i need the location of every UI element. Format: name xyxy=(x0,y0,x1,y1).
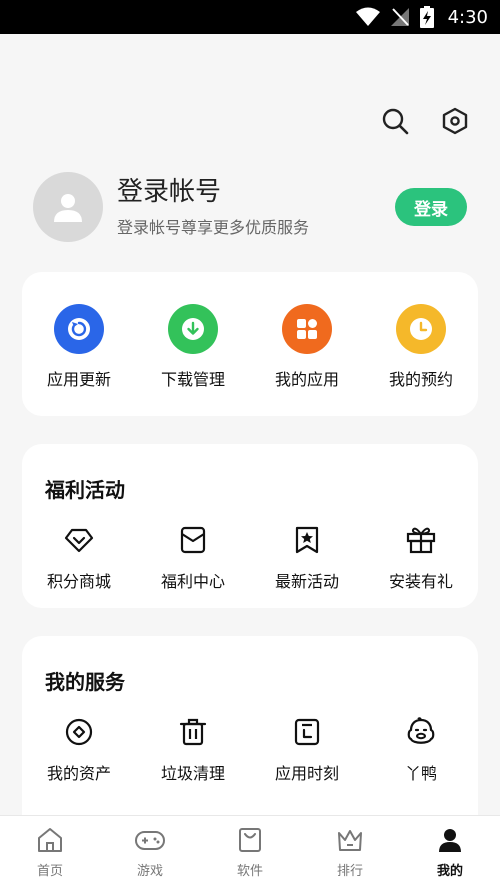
duck-icon xyxy=(405,716,437,748)
welfare-item-label: 最新活动 xyxy=(274,572,339,591)
service-item-label: 应用时刻 xyxy=(274,764,339,783)
welfare-item-welfare-center[interactable]: 福利中心 xyxy=(136,524,250,592)
trash-icon xyxy=(177,716,209,748)
welfare-item-label: 安装有礼 xyxy=(388,572,453,591)
service-item-duck[interactable]: 丫鸭 xyxy=(364,716,478,784)
nav-label: 我的 xyxy=(436,864,463,879)
login-button[interactable]: 登录 xyxy=(395,188,467,226)
battery-charging-icon xyxy=(419,6,434,28)
top-actions xyxy=(380,106,470,136)
no-signal-icon xyxy=(390,7,410,27)
app-time-icon xyxy=(291,716,323,748)
quick-actions-card: 应用更新 下载管理 我的应用 我的预约 xyxy=(22,272,478,416)
nav-item-software[interactable]: 软件 xyxy=(200,816,300,890)
person-icon xyxy=(437,827,463,857)
clock-icon xyxy=(396,304,446,354)
service-item-my-assets[interactable]: 我的资产 xyxy=(22,716,136,784)
apps-grid-icon xyxy=(282,304,332,354)
quick-actions-grid: 应用更新 下载管理 我的应用 我的预约 xyxy=(22,304,478,390)
nav-item-home[interactable]: 首页 xyxy=(0,816,100,890)
crown-icon xyxy=(336,827,364,857)
service-item-app-time[interactable]: 应用时刻 xyxy=(250,716,364,784)
welfare-grid: 积分商城 福利中心 最新活动 安装有礼 xyxy=(22,524,478,592)
wifi-icon xyxy=(355,7,380,27)
quick-action-label: 下载管理 xyxy=(160,370,225,389)
nav-item-mine[interactable]: 我的 xyxy=(400,816,500,890)
profile-section: 登录帐号 登录帐号尊享更多优质服务 登录 xyxy=(33,172,467,242)
avatar[interactable] xyxy=(33,172,103,242)
status-time: 4:30 xyxy=(447,6,488,28)
welfare-item-points-mall[interactable]: 积分商城 xyxy=(22,524,136,592)
home-icon xyxy=(36,827,64,857)
quick-action-app-update[interactable]: 应用更新 xyxy=(22,304,136,390)
service-item-label: 我的资产 xyxy=(46,764,111,783)
envelope-icon xyxy=(177,524,209,556)
welfare-item-label: 福利中心 xyxy=(160,572,225,591)
quick-action-label: 应用更新 xyxy=(46,370,111,389)
welfare-title: 福利活动 xyxy=(45,478,125,502)
search-icon[interactable] xyxy=(380,106,410,136)
welfare-item-latest-events[interactable]: 最新活动 xyxy=(250,524,364,592)
welfare-item-install-gift[interactable]: 安装有礼 xyxy=(364,524,478,592)
quick-action-label: 我的应用 xyxy=(274,370,339,389)
coin-icon xyxy=(63,716,95,748)
quick-action-download-manager[interactable]: 下载管理 xyxy=(136,304,250,390)
service-item-label: 丫鸭 xyxy=(404,764,437,783)
welfare-card: 福利活动 积分商城 福利中心 最新活动 安装有礼 xyxy=(22,444,478,608)
service-item-junk-cleanup[interactable]: 垃圾清理 xyxy=(136,716,250,784)
nav-label: 软件 xyxy=(236,864,263,879)
star-bookmark-icon xyxy=(291,524,323,556)
settings-gear-icon[interactable] xyxy=(440,106,470,136)
diamond-icon xyxy=(63,524,95,556)
services-title: 我的服务 xyxy=(45,670,125,694)
gamepad-icon xyxy=(134,827,166,857)
profile-title: 登录帐号 xyxy=(117,177,222,207)
bottom-nav: 首页 游戏 软件 排行 我的 xyxy=(0,815,500,890)
welfare-item-label: 积分商城 xyxy=(46,572,111,591)
nav-label: 首页 xyxy=(36,864,63,879)
quick-action-my-apps[interactable]: 我的应用 xyxy=(250,304,364,390)
services-card: 我的服务 我的资产 垃圾清理 应用时刻 丫鸭 xyxy=(22,636,478,836)
nav-item-ranking[interactable]: 排行 xyxy=(300,816,400,890)
service-item-label: 垃圾清理 xyxy=(160,764,225,783)
nav-label: 游戏 xyxy=(136,864,163,879)
gift-icon xyxy=(405,524,437,556)
status-bar: 4:30 xyxy=(0,0,500,34)
refresh-icon xyxy=(54,304,104,354)
download-icon xyxy=(168,304,218,354)
profile-subtitle: 登录帐号尊享更多优质服务 xyxy=(117,218,310,237)
profile-text[interactable]: 登录帐号 登录帐号尊享更多优质服务 xyxy=(117,176,395,238)
quick-action-my-reservations[interactable]: 我的预约 xyxy=(364,304,478,390)
nav-label: 排行 xyxy=(336,864,363,879)
services-grid: 我的资产 垃圾清理 应用时刻 丫鸭 xyxy=(22,716,478,784)
quick-action-label: 我的预约 xyxy=(388,370,453,389)
bag-icon xyxy=(237,827,263,857)
nav-item-games[interactable]: 游戏 xyxy=(100,816,200,890)
